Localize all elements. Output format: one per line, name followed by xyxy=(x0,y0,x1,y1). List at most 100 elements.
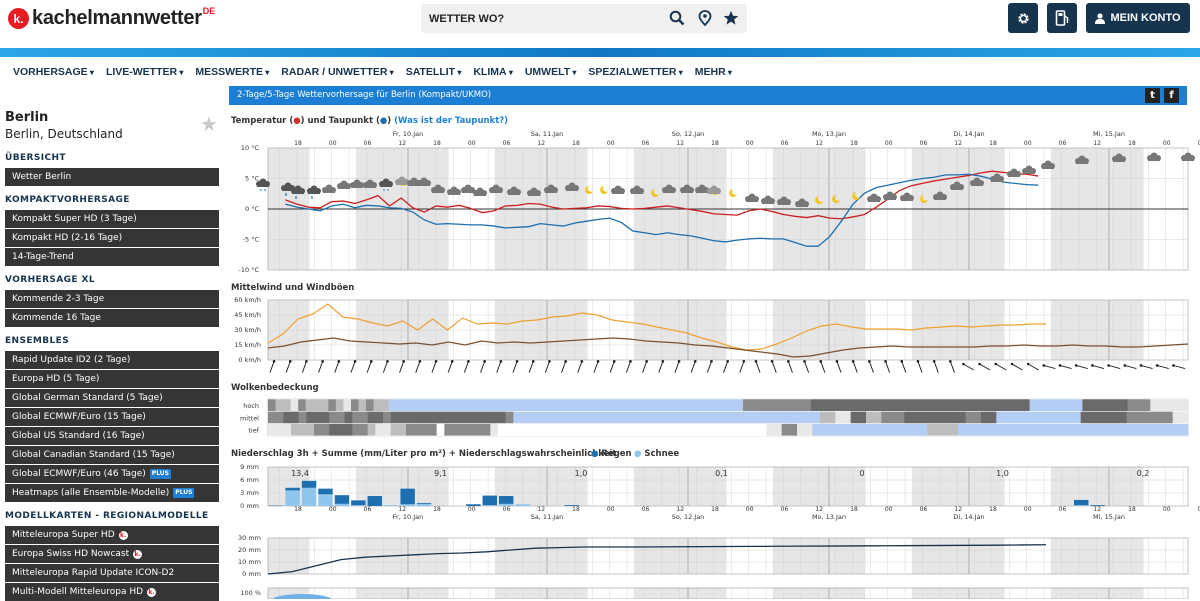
wind-arrow-head xyxy=(803,360,806,363)
cloud-base xyxy=(1023,171,1035,174)
cloud-cell xyxy=(690,424,698,436)
wind-arrow-head xyxy=(1124,364,1127,367)
day-label: So, 12.Jan xyxy=(672,513,705,521)
cloud-cell xyxy=(796,399,804,411)
wind-arrow-icon xyxy=(529,361,533,372)
hour-label: 18 xyxy=(294,140,302,147)
cloud-base xyxy=(746,199,758,202)
cloud-icon xyxy=(1007,169,1021,178)
cloud-cell xyxy=(1173,411,1181,423)
day-label: Sa, 11.Jan xyxy=(531,513,564,521)
cloud-cell xyxy=(1143,399,1151,411)
rain-bar xyxy=(499,496,513,504)
rain-bar xyxy=(1074,500,1088,505)
wind-arrow-head xyxy=(978,363,981,366)
cloud-cell xyxy=(751,424,759,436)
wind-y-label: 30 km/h xyxy=(234,326,261,334)
day-label: Di, 14.Jan xyxy=(953,513,984,521)
cloud-cell xyxy=(437,424,445,436)
cloud-cell xyxy=(766,399,774,411)
precip-y-label: 3 mm xyxy=(240,489,259,497)
cloud-cell xyxy=(947,399,955,411)
cloud-cell xyxy=(1067,399,1075,411)
wind-arrow-head xyxy=(564,360,567,363)
cloud-cell xyxy=(1111,411,1119,423)
cloud-cell xyxy=(879,399,887,411)
cloud-cell xyxy=(667,411,675,423)
cloud-cell xyxy=(788,399,796,411)
hour-label: 18 xyxy=(850,140,858,147)
cloud-base xyxy=(1113,159,1125,162)
cloud-cell xyxy=(659,424,667,436)
wind-arrow-head xyxy=(678,360,681,363)
rain-bar xyxy=(466,504,480,506)
cloud-cell xyxy=(1142,424,1150,436)
cloud-cell xyxy=(329,424,337,436)
cloud-cell xyxy=(366,399,374,411)
wind-arrow-head xyxy=(1011,363,1014,366)
cloud-cell xyxy=(529,424,537,436)
cloud-cell xyxy=(306,411,314,423)
precip-day-sum: 1,0 xyxy=(996,469,1009,478)
cloud-cell xyxy=(276,411,284,423)
snow-bar xyxy=(499,504,513,506)
cloud-cell xyxy=(479,399,487,411)
wind-y-label: 60 km/h xyxy=(234,296,261,304)
wind-arrow-head xyxy=(962,363,965,366)
cloud-cell xyxy=(894,399,902,411)
cloud-cell xyxy=(864,399,872,411)
cloud-cell xyxy=(736,399,744,411)
wind-arrow-icon xyxy=(1060,365,1072,368)
wind-arrow-head xyxy=(771,360,774,363)
cloud-cell xyxy=(1142,411,1150,423)
cloud-cell xyxy=(897,411,905,423)
hour-label: 12 xyxy=(954,140,962,147)
hour-label: 12 xyxy=(398,140,406,147)
wind-arrow-icon xyxy=(724,361,728,372)
cloud-cell xyxy=(306,399,314,411)
cloud-cell xyxy=(452,424,460,436)
wind-arrow-head xyxy=(852,360,855,363)
wind-arrow-icon xyxy=(1125,365,1137,368)
cloud-cell xyxy=(989,424,997,436)
cloud-cell xyxy=(1065,424,1073,436)
cloud-cell xyxy=(547,399,555,411)
cloud-cell xyxy=(782,424,790,436)
hour-label: 12 xyxy=(537,140,545,147)
cloud-cell xyxy=(1150,411,1158,423)
cloud-cell xyxy=(1060,399,1068,411)
cloud-cell xyxy=(1037,399,1045,411)
wind-arrow-icon xyxy=(963,364,973,370)
cloud-cell xyxy=(866,411,874,423)
prob-y-label: 100 % xyxy=(240,589,261,597)
temp-y-label: 0 °C xyxy=(245,205,259,213)
cloud-cell xyxy=(1173,424,1181,436)
cloud-cell xyxy=(383,411,391,423)
cloud-cell xyxy=(1165,399,1173,411)
cloud-cell xyxy=(1042,424,1050,436)
cloud-cell xyxy=(613,424,621,436)
cloud-level-label: tief xyxy=(248,427,259,435)
cloud-cell xyxy=(728,411,736,423)
wind-arrow-icon xyxy=(902,361,906,372)
wind-arrow-head xyxy=(726,360,729,363)
temp-y-label: 10 °C xyxy=(241,144,260,152)
cloud-cell xyxy=(1134,424,1142,436)
cloud-cell xyxy=(567,424,575,436)
cloud-cell xyxy=(828,424,836,436)
cloud-base xyxy=(257,184,269,187)
cloud-base xyxy=(545,190,557,193)
cloud-cell xyxy=(774,424,782,436)
wind-arrow-head xyxy=(884,360,887,363)
cloud-cell xyxy=(835,411,843,423)
accum-y-label: 10 mm xyxy=(238,558,261,566)
wind-arrow-icon xyxy=(853,361,857,372)
hour-label: 12 xyxy=(1093,506,1101,513)
cloud-cell xyxy=(532,399,540,411)
cloud-cell xyxy=(1120,399,1128,411)
hour-label: 00 xyxy=(329,140,337,147)
wind-arrow-head xyxy=(435,360,438,363)
cloud-cell xyxy=(513,411,521,423)
snow-bar xyxy=(285,490,299,506)
cloud-base xyxy=(448,192,460,195)
